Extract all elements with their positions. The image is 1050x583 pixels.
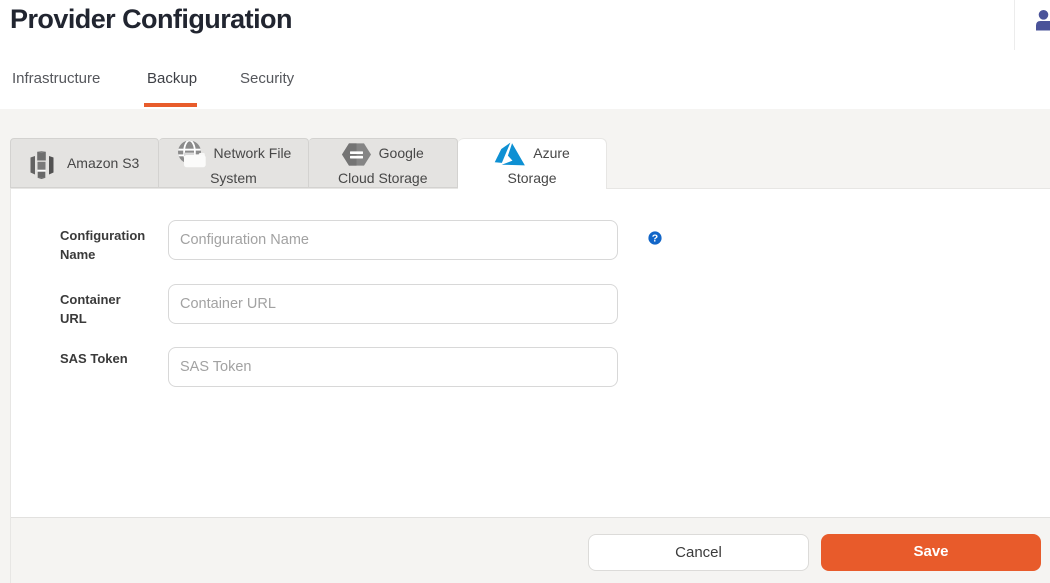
svg-text:?: ? [652,233,658,245]
